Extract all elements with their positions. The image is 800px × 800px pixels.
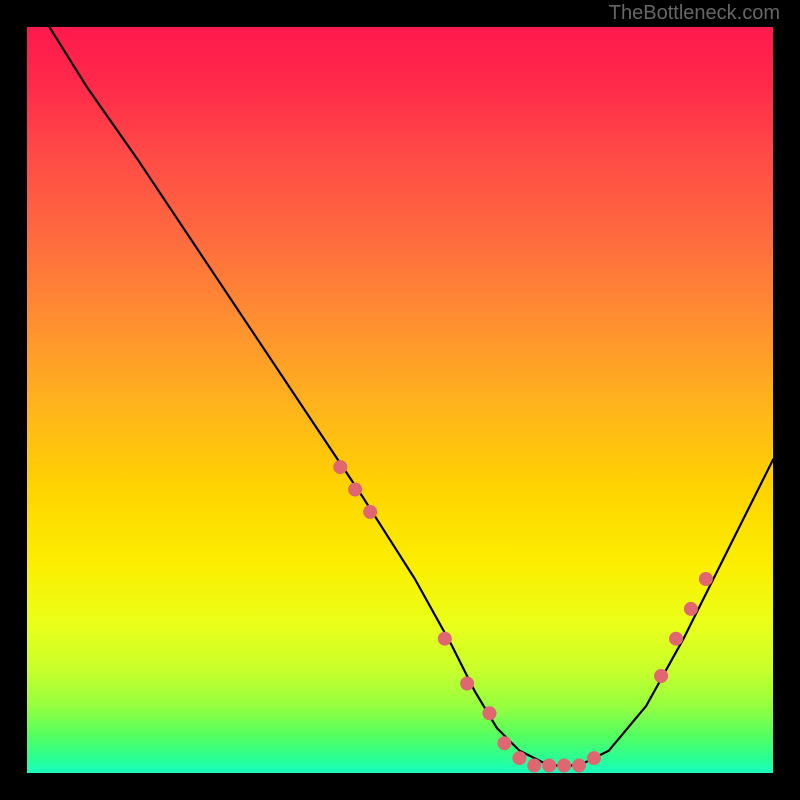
- watermark-text: TheBottleneck.com: [609, 2, 780, 25]
- curve-layer: [27, 27, 773, 773]
- plot-area: [27, 27, 773, 773]
- curve-path: [49, 27, 773, 766]
- marker-points: [333, 460, 713, 772]
- chart-frame: TheBottleneck.com: [0, 0, 800, 800]
